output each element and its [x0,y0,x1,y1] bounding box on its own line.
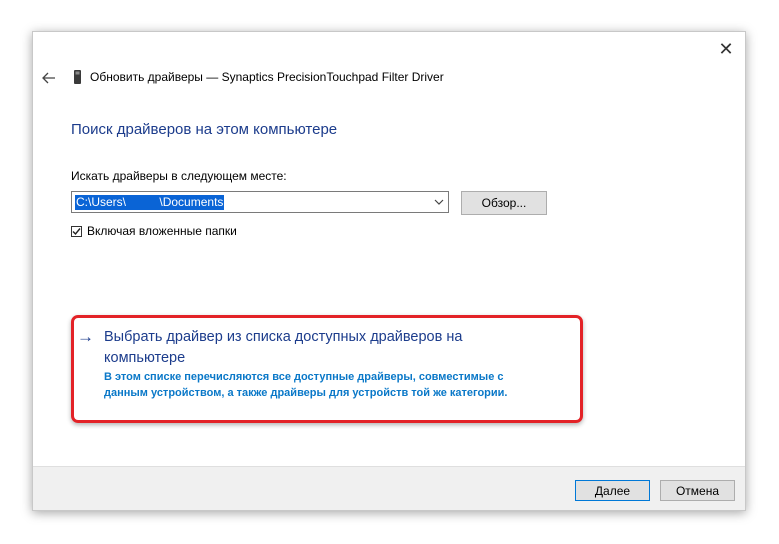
browse-button[interactable]: Обзор... [461,191,547,215]
window-title: Обновить драйверы — Synaptics PrecisionT… [90,70,444,84]
close-button[interactable]: ✕ [715,38,737,60]
checkmark-icon [72,227,81,235]
chevron-down-icon[interactable] [434,197,444,207]
arrow-right-icon: → [77,327,94,346]
close-icon: ✕ [718,38,734,59]
include-subfolders-option[interactable]: Включая вложенные папки [71,224,237,238]
back-button[interactable] [39,69,59,87]
device-icon [74,70,81,84]
search-path-value[interactable]: C:\Users\ \Documents [75,194,225,210]
pick-from-list-description: В этом списке перечисляются все доступны… [104,371,508,399]
pick-from-list-title[interactable]: Выбрать драйвер из списка доступных драй… [104,327,524,369]
dialog-footer: Далее Отмена [33,466,745,510]
next-button[interactable]: Далее [575,480,650,501]
search-path-combobox[interactable]: C:\Users\ \Documents [71,191,449,213]
include-subfolders-checkbox[interactable] [71,225,82,237]
include-subfolders-label: Включая вложенные папки [87,224,237,238]
back-arrow-icon [42,72,55,84]
cancel-button[interactable]: Отмена [660,480,735,501]
page-title: Поиск драйверов на этом компьютере [71,121,338,138]
update-drivers-dialog: ✕ Обновить драйверы — Synaptics Precisio… [32,31,746,511]
search-location-label: Искать драйверы в следующем месте: [71,169,287,183]
